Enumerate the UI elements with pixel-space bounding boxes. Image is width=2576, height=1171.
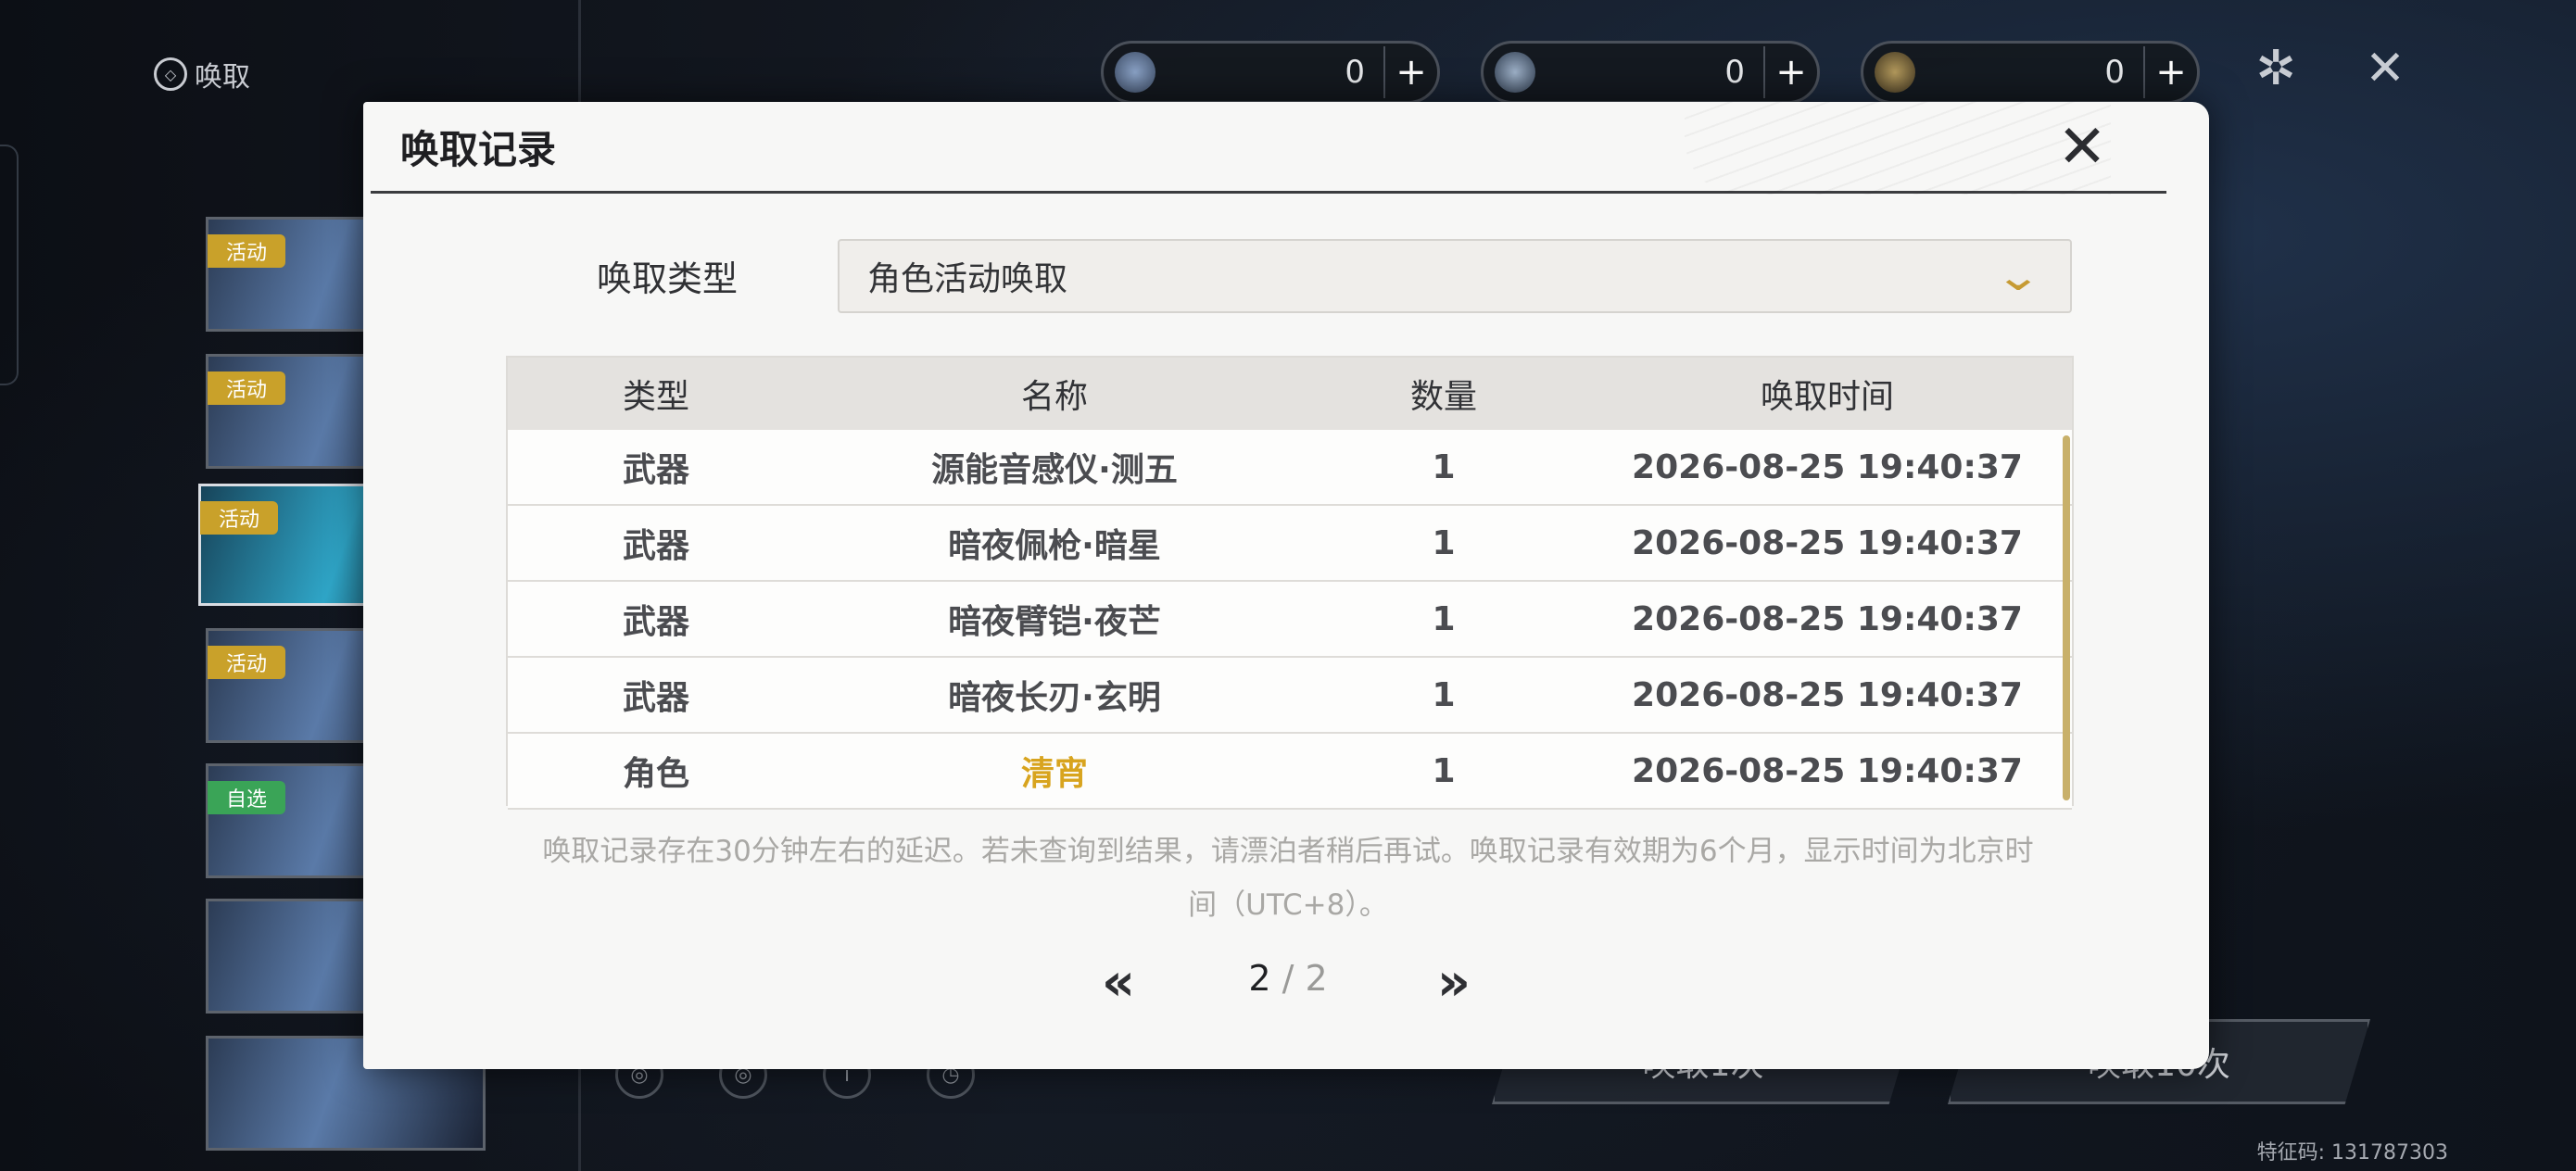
row-time: 2026-08-25 19:40:37 [1632,751,2023,790]
page-separator: / [1270,958,1306,999]
convene-type-label: 唤取类型 [597,258,739,299]
close-icon[interactable]: ✕ [2050,113,2115,182]
add-currency-button[interactable]: + [1763,46,1817,98]
radiant-tide-icon [1495,52,1535,93]
row-name: 暗夜臂铠·夜芒 [948,603,1161,641]
total-pages: 2 [1305,958,1328,999]
banner-tag: 活动 [200,501,279,535]
currency-forging-tide: 0 + [1861,41,2200,104]
convene-type-select[interactable]: 角色活动唤取 ⌄ [838,239,2072,313]
row-type: 武器 [622,603,689,641]
exit-close-icon[interactable]: ✕ [2357,41,2413,96]
convene-type-value: 角色活动唤取 [867,260,1068,298]
banner-tag: 活动 [208,646,286,679]
row-qty: 1 [1432,675,1456,714]
history-table: 类型 名称 数量 唤取时间 武器 源能音感仪·测五 1 2026-08-25 1… [506,356,2074,810]
prev-page-button[interactable]: « [1086,945,1151,1019]
header-name: 名称 [1020,378,1088,416]
row-name: 暗夜佩枪·暗星 [948,527,1161,565]
table-row: 角色 清宵 1 2026-08-25 19:40:37 [508,734,2072,810]
row-name: 清宵 [1020,755,1088,793]
notice-line: 唤取记录存在30分钟左右的延迟。若未查询到结果，请漂泊者稍后再试。唤取记录有效期… [542,835,2034,868]
lustrous-tide-icon [1115,52,1155,93]
row-time: 2026-08-25 19:40:37 [1632,447,2023,486]
delay-notice: 唤取记录存在30分钟左右的延迟。若未查询到结果，请漂泊者稍后再试。唤取记录有效期… [506,825,2070,932]
table-row: 武器 源能音感仪·测五 1 2026-08-25 19:40:37 [508,430,2072,506]
convene-icon: ◇ [154,57,187,91]
header-qty: 数量 [1409,378,1477,416]
currency-value: 0 [2104,54,2125,91]
row-time: 2026-08-25 19:40:37 [1632,675,2023,714]
table-header: 类型 名称 数量 唤取时间 [508,358,2072,430]
row-type: 武器 [622,527,689,565]
table-row: 武器 暗夜长刃·玄明 1 2026-08-25 19:40:37 [508,658,2072,734]
row-name: 源能音感仪·测五 [931,451,1178,489]
currency-value: 0 [1345,54,1365,91]
add-currency-button[interactable]: + [2143,46,2197,98]
row-qty: 1 [1432,523,1456,562]
modal-title: 唤取记录 [400,127,557,172]
add-currency-button[interactable]: + [1383,46,1437,98]
row-time: 2026-08-25 19:40:37 [1632,599,2023,638]
nav-title-text: 唤取 [195,61,250,94]
row-qty: 1 [1432,447,1456,486]
pagination: « 2 / 2 » [363,945,2209,1019]
header-type: 类型 [622,378,689,416]
row-name: 暗夜长刃·玄明 [948,679,1161,717]
forging-tide-icon [1875,52,1915,93]
left-edge-tab[interactable] [0,145,19,385]
banner-tag: 活动 [208,234,286,268]
modal-header: 唤取记录 ✕ [371,102,2166,195]
feature-code: 特征码: 131787303 [2256,1141,2448,1165]
banner-tag: 活动 [208,371,286,405]
page-indicator: 2 / 2 [1214,958,1362,999]
row-type: 角色 [622,755,689,793]
nav-title: ◇ 唤取 [154,54,250,94]
currency-lustrous-tide: 0 + [1101,41,1440,104]
notice-line: 间（UTC+8）。 [1188,888,1388,922]
current-page: 2 [1248,958,1271,999]
convene-history-modal: 唤取记录 ✕ 唤取类型 角色活动唤取 ⌄ 类型 名称 数量 唤取时间 武器 源能… [363,102,2209,1069]
table-row: 武器 暗夜佩枪·暗星 1 2026-08-25 19:40:37 [508,506,2072,582]
row-type: 武器 [622,451,689,489]
header-time: 唤取时间 [1760,378,1894,416]
header-decoration [1685,102,2111,195]
table-row: 武器 暗夜臂铠·夜芒 1 2026-08-25 19:40:37 [508,582,2072,658]
settings-gear-icon[interactable]: ✲ [2248,41,2304,96]
next-page-button[interactable]: » [1421,945,1486,1019]
table-scrollbar[interactable] [2063,435,2070,800]
row-qty: 1 [1432,751,1456,790]
row-qty: 1 [1432,599,1456,638]
row-time: 2026-08-25 19:40:37 [1632,523,2023,562]
banner-tag: 自选 [208,781,286,814]
currency-value: 0 [1724,54,1745,91]
row-type: 武器 [622,679,689,717]
currency-radiant-tide: 0 + [1481,41,1820,104]
chevron-down-icon: ⌄ [1994,252,2042,300]
